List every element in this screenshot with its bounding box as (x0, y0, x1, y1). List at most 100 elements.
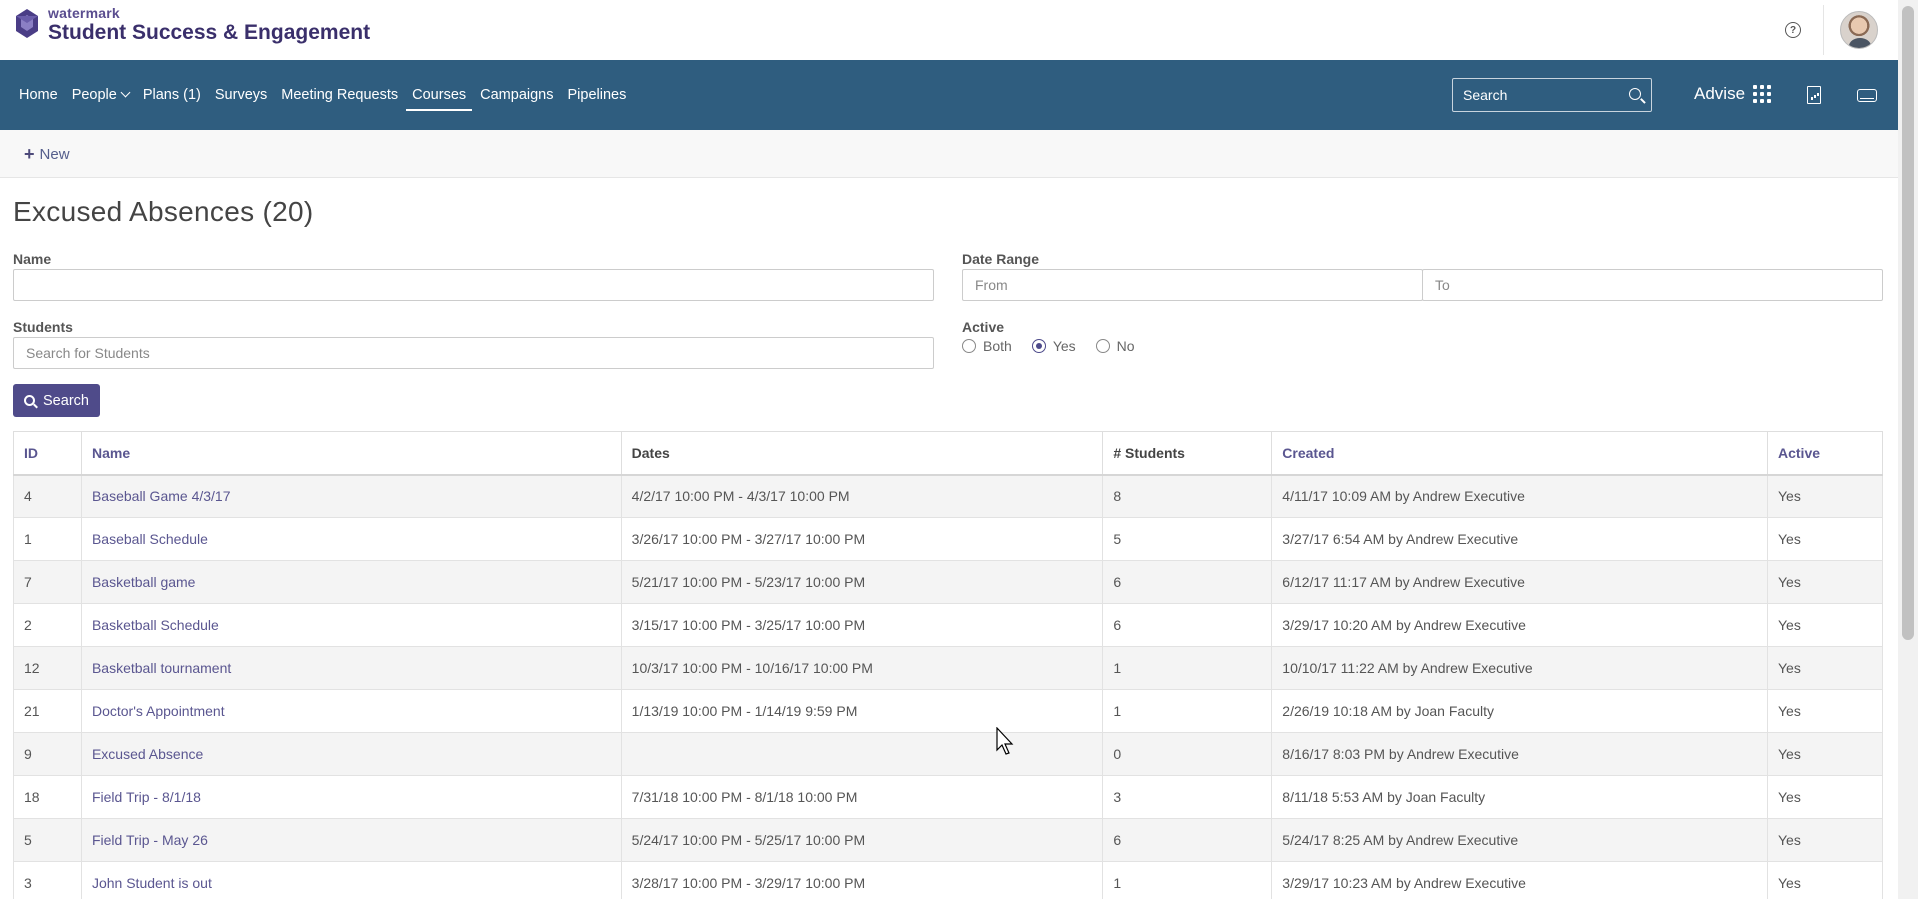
cell-id: 4 (13, 474, 82, 518)
table-row[interactable]: 4 Baseball Game 4/3/17 4/2/17 10:00 PM - 4… (13, 474, 1883, 518)
date-to-field[interactable] (1422, 269, 1883, 301)
cell-created: 8/11/18 5:53 AM by Joan Faculty (1271, 775, 1768, 819)
cell-student-count: 1 (1102, 646, 1273, 690)
scrollbar-thumb[interactable] (1902, 6, 1914, 640)
action-bar: + New (0, 130, 1898, 178)
cell-student-count: 8 (1102, 474, 1273, 518)
cell-student-count: 6 (1102, 603, 1273, 647)
cell-student-count: 6 (1102, 560, 1273, 604)
cell-name-link[interactable]: Field Trip - May 26 (80, 818, 622, 862)
brand[interactable]: watermark Student Success & Engagement (12, 6, 370, 43)
cell-created: 2/26/19 10:18 AM by Joan Faculty (1271, 689, 1768, 733)
mouse-cursor-icon (996, 727, 1014, 755)
brand-small-text: watermark (48, 5, 120, 21)
global-search-input[interactable] (1463, 87, 1623, 103)
table-row[interactable]: 3 John Student is out 3/28/17 10:00 PM - 3… (13, 861, 1883, 899)
radio-label: Both (983, 338, 1012, 354)
plus-icon: + (24, 144, 35, 164)
active-radio-both[interactable]: Both (962, 338, 1012, 354)
cell-dates: 7/31/18 10:00 PM - 8/1/18 10:00 PM (620, 775, 1104, 819)
students-label: Students (13, 319, 73, 335)
cell-active: Yes (1767, 560, 1883, 604)
cell-id: 3 (13, 861, 82, 899)
students-search-field[interactable] (13, 337, 934, 369)
institution-logo-watermark (1650, 4, 1712, 48)
cell-dates: 3/26/17 10:00 PM - 3/27/17 10:00 PM (620, 517, 1104, 561)
cell-created: 3/29/17 10:20 AM by Andrew Executive (1271, 603, 1768, 647)
table-header-row: ID Name Dates # Students Created Active (13, 431, 1883, 476)
divider (1823, 5, 1824, 55)
cell-dates: 1/13/19 10:00 PM - 1/14/19 9:59 PM (620, 689, 1104, 733)
name-label: Name (13, 251, 52, 267)
cell-dates: 10/3/17 10:00 PM - 10/16/17 10:00 PM (620, 646, 1104, 690)
brand-title: Student Success & Engagement (48, 21, 371, 44)
cell-name-link[interactable]: Basketball tournament (80, 646, 622, 690)
excused-absences-table: ID Name Dates # Students Created Active … (13, 431, 1883, 899)
chevron-down-icon (120, 87, 131, 98)
cell-created: 10/10/17 11:22 AM by Andrew Executive (1271, 646, 1768, 690)
cell-created: 6/12/17 11:17 AM by Andrew Executive (1271, 560, 1768, 604)
search-icon[interactable] (1629, 88, 1641, 100)
radio-label: Yes (1052, 338, 1076, 354)
scrollbar[interactable] (1898, 0, 1918, 899)
avatar[interactable] (1840, 11, 1878, 49)
date-from-field[interactable] (962, 269, 1423, 301)
radio-unchecked-icon (1095, 339, 1110, 353)
nav-item-plans[interactable]: Plans (1) (143, 81, 201, 109)
cell-active: Yes (1767, 603, 1883, 647)
table-row[interactable]: 2 Basketball Schedule 3/15/17 10:00 PM - 3… (13, 603, 1883, 647)
advise-menu[interactable]: Advise (1694, 84, 1772, 104)
cell-name-link[interactable]: Basketball game (80, 560, 622, 604)
cell-active: Yes (1767, 861, 1883, 899)
active-label: Active (962, 319, 1005, 335)
table-row[interactable]: 5 Field Trip - May 26 5/24/17 10:00 PM - 5… (13, 818, 1883, 862)
nav-item-people[interactable]: People (72, 81, 131, 109)
cell-student-count: 0 (1102, 732, 1273, 776)
nav-item-meeting-requests[interactable]: Meeting Requests (281, 81, 398, 109)
nav-item-courses[interactable]: Courses (406, 81, 473, 111)
table-row[interactable]: 9 Excused Absence 0 8/16/17 8:03 PM by Andr… (13, 732, 1883, 776)
cell-student-count: 1 (1102, 861, 1273, 899)
cell-dates: 3/28/17 10:00 PM - 3/29/17 10:00 PM (620, 861, 1104, 899)
column-header-active[interactable]: Active (1767, 431, 1883, 476)
cell-name-link[interactable]: John Student is out (80, 861, 622, 899)
inbox-icon[interactable] (1857, 89, 1877, 102)
table-row[interactable]: 18 Field Trip - 8/1/18 7/31/18 10:00 PM - … (13, 775, 1883, 819)
watermark-logo-icon (16, 8, 38, 38)
cell-name-link[interactable]: Baseball Schedule (80, 517, 622, 561)
top-bar: watermark Student Success & Engagement ? (0, 0, 1898, 60)
table-row[interactable]: 1 Baseball Schedule 3/26/17 10:00 PM - 3/2… (13, 517, 1883, 561)
radio-label: No (1116, 338, 1135, 354)
cell-dates (620, 732, 1104, 776)
table-row[interactable]: 7 Basketball game 5/21/17 10:00 PM - 5/23/… (13, 560, 1883, 604)
nav-item-surveys[interactable]: Surveys (215, 81, 267, 109)
cell-dates: 5/21/17 10:00 PM - 5/23/17 10:00 PM (620, 560, 1104, 604)
column-header-name[interactable]: Name (80, 431, 622, 476)
cell-name-link[interactable]: Doctor's Appointment (80, 689, 622, 733)
report-icon[interactable] (1807, 86, 1821, 104)
column-header-id[interactable]: ID (13, 431, 82, 476)
search-button[interactable]: Search (13, 384, 100, 417)
cell-id: 12 (13, 646, 82, 690)
cell-dates: 4/2/17 10:00 PM - 4/3/17 10:00 PM (620, 474, 1104, 518)
nav-item-campaigns[interactable]: Campaigns (480, 81, 553, 109)
nav-item-pipelines[interactable]: Pipelines (567, 81, 626, 109)
cell-created: 5/24/17 8:25 AM by Andrew Executive (1271, 818, 1768, 862)
cell-id: 7 (13, 560, 82, 604)
table-row[interactable]: 12 Basketball tournament 10/3/17 10:00 PM … (13, 646, 1883, 690)
radio-unchecked-icon (962, 339, 976, 353)
new-button[interactable]: + New (24, 145, 70, 163)
cell-created: 3/29/17 10:23 AM by Andrew Executive (1271, 861, 1768, 899)
cell-name-link[interactable]: Basketball Schedule (80, 603, 622, 647)
cell-name-link[interactable]: Baseball Game 4/3/17 (80, 474, 622, 518)
name-field[interactable] (13, 269, 934, 301)
column-header-created[interactable]: Created (1271, 431, 1768, 476)
cell-student-count: 5 (1102, 517, 1273, 561)
cell-name-link[interactable]: Field Trip - 8/1/18 (80, 775, 622, 819)
active-radio-yes[interactable]: Yes (1031, 338, 1076, 354)
active-radio-no[interactable]: No (1095, 338, 1135, 354)
help-icon[interactable]: ? (1785, 22, 1801, 38)
nav-item-home[interactable]: Home (19, 81, 58, 109)
table-row[interactable]: 21 Doctor's Appointment 1/13/19 10:00 PM -… (13, 689, 1883, 733)
cell-name-link[interactable]: Excused Absence (80, 732, 622, 776)
